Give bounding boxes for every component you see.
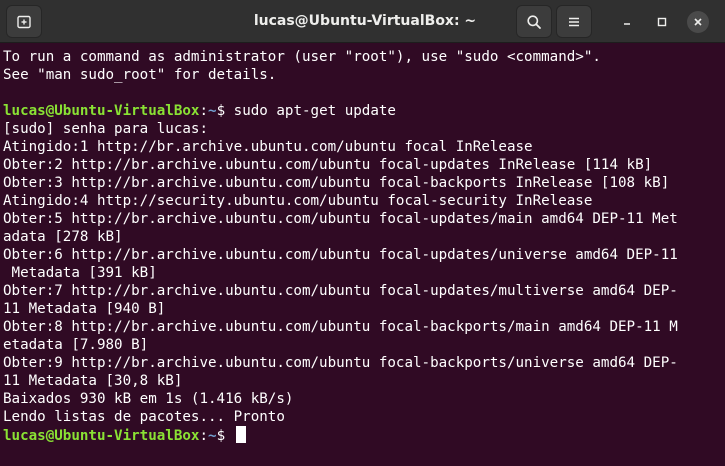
menu-button[interactable]	[556, 5, 592, 38]
window-title: lucas@Ubuntu-VirtualBox: ~	[253, 13, 477, 29]
minimize-icon	[624, 23, 630, 25]
prompt-line: lucas@Ubuntu-VirtualBox:~$	[3, 426, 725, 444]
output-line: Metadata [391 kB]	[3, 265, 157, 281]
new-tab-button[interactable]	[6, 5, 42, 38]
output-line: Obter:6 http://br.archive.ubuntu.com/ubu…	[3, 247, 678, 263]
terminal-window: lucas@Ubuntu-VirtualBox: ~ To run a comm…	[0, 0, 725, 466]
prompt-path: ~	[208, 428, 217, 444]
output-line: Obter:2 http://br.archive.ubuntu.com/ubu…	[3, 157, 653, 173]
maximize-icon	[657, 17, 667, 27]
output-line: Atingido:4 http://security.ubuntu.com/ub…	[3, 193, 593, 209]
prompt-separator: :	[199, 428, 209, 444]
prompt-symbol: $	[216, 103, 234, 119]
header-bar: lucas@Ubuntu-VirtualBox: ~	[0, 0, 725, 43]
output-line: See "man sudo_root" for details.	[3, 67, 277, 83]
prompt-path: ~	[208, 103, 217, 119]
terminal-output[interactable]: To run a command as administrator (user …	[0, 44, 725, 466]
output-line: Baixados 930 kB em 1s (1.416 kB/s)	[3, 391, 294, 407]
output-line: Obter:8 http://br.archive.ubuntu.com/ubu…	[3, 319, 678, 335]
output-line: etadata [7.980 B]	[3, 337, 149, 353]
close-icon	[694, 18, 702, 26]
new-tab-icon	[17, 15, 31, 28]
prompt-user-host: lucas@Ubuntu-VirtualBox	[3, 103, 200, 119]
minimize-button[interactable]	[616, 11, 638, 33]
prompt-symbol: $	[216, 428, 234, 444]
search-icon	[527, 14, 541, 29]
output-line: Obter:7 http://br.archive.ubuntu.com/ubu…	[3, 283, 678, 299]
search-button[interactable]	[516, 5, 552, 38]
output-line: Obter:3 http://br.archive.ubuntu.com/ubu…	[3, 175, 670, 191]
output-line: adata [278 kB]	[3, 229, 123, 245]
prompt-separator: :	[199, 103, 209, 119]
close-button[interactable]	[687, 11, 709, 33]
prompt-user-host: lucas@Ubuntu-VirtualBox	[3, 428, 200, 444]
output-line: [sudo] senha para lucas:	[3, 121, 217, 137]
maximize-button[interactable]	[651, 11, 673, 33]
output-line: To run a command as administrator (user …	[3, 49, 601, 65]
output-line: 11 Metadata [30,8 kB]	[3, 373, 183, 389]
output-line: Lendo listas de pacotes... Pronto	[3, 409, 285, 425]
command-text: sudo apt-get update	[233, 103, 396, 119]
prompt-line: lucas@Ubuntu-VirtualBox:~$ sudo apt-get …	[3, 102, 725, 120]
output-line: Obter:9 http://br.archive.ubuntu.com/ubu…	[3, 355, 678, 371]
text-cursor	[235, 426, 246, 443]
output-line: 11 Metadata [940 B]	[3, 301, 166, 317]
output-line: Atingido:1 http://br.archive.ubuntu.com/…	[3, 139, 533, 155]
hamburger-menu-icon	[569, 17, 579, 26]
output-line: Obter:5 http://br.archive.ubuntu.com/ubu…	[3, 211, 678, 227]
